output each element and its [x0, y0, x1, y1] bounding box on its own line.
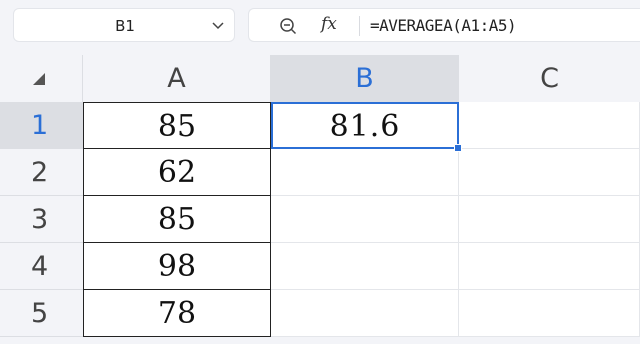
- formula-input-area[interactable]: fx =AVERAGEA(A1:A5): [248, 8, 640, 42]
- column-header-a[interactable]: A: [83, 55, 271, 102]
- cell-b2[interactable]: [271, 149, 459, 196]
- cell-a2[interactable]: 62: [83, 149, 271, 196]
- cell-a4[interactable]: 98: [83, 243, 271, 290]
- zoom-icon[interactable]: [279, 17, 297, 35]
- cell-a1[interactable]: 85: [83, 102, 271, 149]
- row-header-2[interactable]: 2: [0, 149, 83, 196]
- select-all-triangle-icon: [33, 73, 45, 85]
- cell-c3[interactable]: [459, 196, 640, 243]
- chevron-down-icon[interactable]: [212, 20, 224, 30]
- name-box[interactable]: B1: [13, 8, 235, 42]
- fx-icon[interactable]: fx: [321, 14, 337, 34]
- fill-handle[interactable]: [454, 144, 462, 152]
- cell-c5[interactable]: [459, 290, 640, 337]
- cell-b3[interactable]: [271, 196, 459, 243]
- cell-c4[interactable]: [459, 243, 640, 290]
- spreadsheet-grid: A B C 1 2 3 4 5 85 62 85 98 78 81.6: [0, 55, 640, 344]
- cell-c1[interactable]: [459, 102, 640, 149]
- cell-b5[interactable]: [271, 290, 459, 337]
- select-all-corner[interactable]: [0, 55, 83, 102]
- formula-bar: B1 fx =AVERAGEA(A1:A5): [0, 0, 640, 55]
- cell-a5[interactable]: 78: [83, 290, 271, 337]
- row-header-1[interactable]: 1: [0, 102, 83, 149]
- cell-b1-selected[interactable]: 81.6: [271, 102, 459, 149]
- column-header-b[interactable]: B: [271, 55, 459, 102]
- formula-text[interactable]: =AVERAGEA(A1:A5): [370, 16, 517, 35]
- cell-c2[interactable]: [459, 149, 640, 196]
- row-header-4[interactable]: 4: [0, 243, 83, 290]
- formula-separator: [359, 16, 360, 36]
- column-header-c[interactable]: C: [459, 55, 640, 102]
- cell-b4[interactable]: [271, 243, 459, 290]
- name-box-value[interactable]: B1: [14, 17, 236, 35]
- cell-a3[interactable]: 85: [83, 196, 271, 243]
- row-header-3[interactable]: 3: [0, 196, 83, 243]
- row-header-5[interactable]: 5: [0, 290, 83, 337]
